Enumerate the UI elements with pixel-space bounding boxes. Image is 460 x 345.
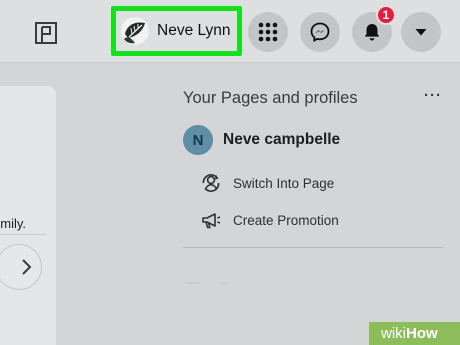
bell-icon (364, 24, 380, 41)
notification-badge: 1 (376, 5, 396, 25)
messenger-icon (310, 22, 330, 42)
section-divider (183, 247, 443, 248)
loading-placeholder (186, 282, 200, 284)
monstera-leaf-avatar (121, 17, 149, 45)
caret-down-icon (415, 29, 427, 36)
page-item[interactable]: N Neve campbelle (183, 125, 340, 155)
pages-section-title: Your Pages and profiles (183, 89, 358, 107)
top-navigation-bar: Neve Lynn 1 (0, 0, 460, 63)
pages-flag-icon[interactable] (34, 21, 58, 45)
page-avatar: N (183, 125, 213, 155)
profile-shortcut-button[interactable]: Neve Lynn (111, 6, 242, 56)
profile-name: Neve Lynn (157, 22, 231, 39)
switch-into-page-label: Switch Into Page (233, 175, 335, 191)
wikihow-watermark: wiki How (369, 322, 460, 345)
card-divider (0, 234, 46, 235)
watermark-how: How (406, 325, 438, 342)
switch-profile-icon (202, 174, 220, 192)
megaphone-icon (202, 213, 221, 229)
page-name: Neve campbelle (223, 131, 341, 148)
messenger-button[interactable] (300, 12, 340, 52)
menu-button[interactable] (248, 12, 288, 52)
account-menu-button[interactable] (401, 12, 441, 52)
switch-into-page-link[interactable]: Switch Into Page (200, 172, 334, 194)
watermark-wiki: wiki (381, 325, 406, 342)
create-promotion-label: Create Promotion (233, 212, 339, 228)
create-promotion-link[interactable]: Create Promotion (200, 209, 339, 231)
more-options-button[interactable]: ··· (424, 87, 442, 104)
chevron-right-icon (22, 259, 32, 275)
grid-menu-icon (258, 22, 278, 42)
loading-placeholder (222, 282, 226, 284)
card-text: mily. (0, 216, 26, 231)
